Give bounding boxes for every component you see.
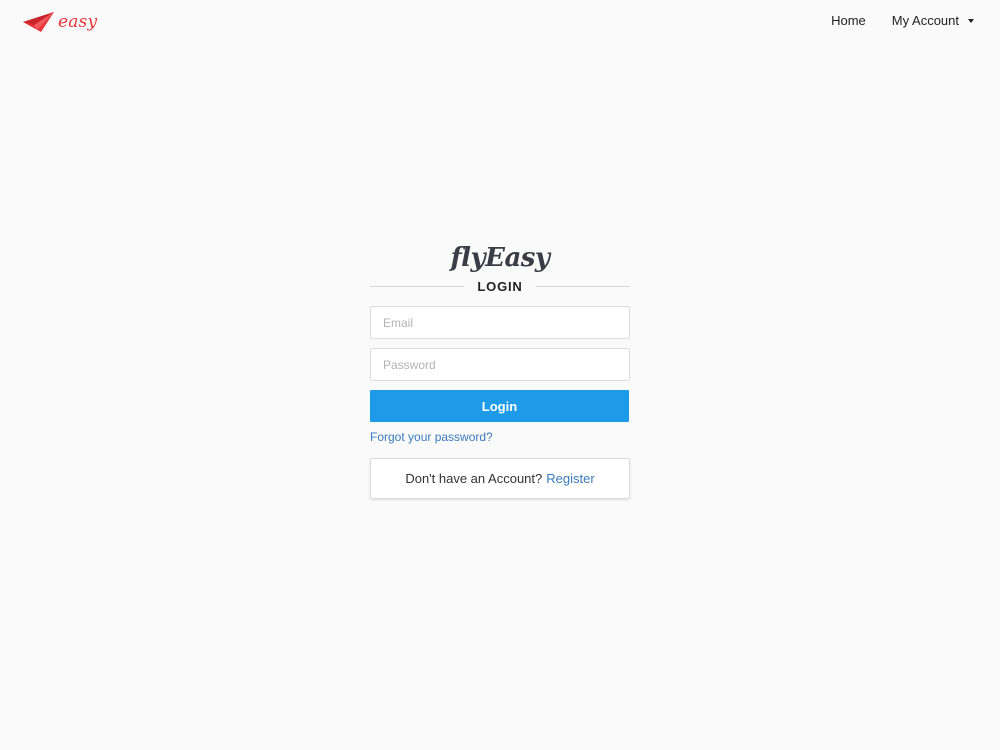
my-account-label: My Account xyxy=(891,13,959,28)
divider-line-left xyxy=(370,285,465,287)
login-panel: flyEasy LOGIN Login Forgot your password… xyxy=(370,240,631,499)
paper-plane-icon xyxy=(23,12,54,32)
divider-line-right xyxy=(535,285,631,287)
top-navbar: easy Home My Account xyxy=(0,0,1000,44)
login-heading-divider: LOGIN xyxy=(370,277,631,295)
password-field[interactable] xyxy=(370,348,630,381)
my-account-dropdown[interactable]: My Account xyxy=(892,13,974,28)
brand-logo: flyEasy xyxy=(450,243,550,273)
forgot-password-link[interactable]: Forgot your password? xyxy=(370,430,630,444)
register-prompt: Don't have an Account? xyxy=(405,471,543,486)
login-button[interactable]: Login xyxy=(370,390,629,422)
chevron-down-icon xyxy=(968,18,974,23)
login-heading: LOGIN xyxy=(477,278,523,294)
nav-home-link[interactable]: Home xyxy=(831,13,866,28)
logo-text: easy xyxy=(58,12,98,32)
register-link[interactable]: Register xyxy=(546,471,594,486)
email-field[interactable] xyxy=(370,306,630,339)
logo-link[interactable]: easy xyxy=(22,8,97,36)
main-nav: Home My Account xyxy=(831,13,974,28)
register-box: Don't have an Account? Register xyxy=(370,458,630,499)
